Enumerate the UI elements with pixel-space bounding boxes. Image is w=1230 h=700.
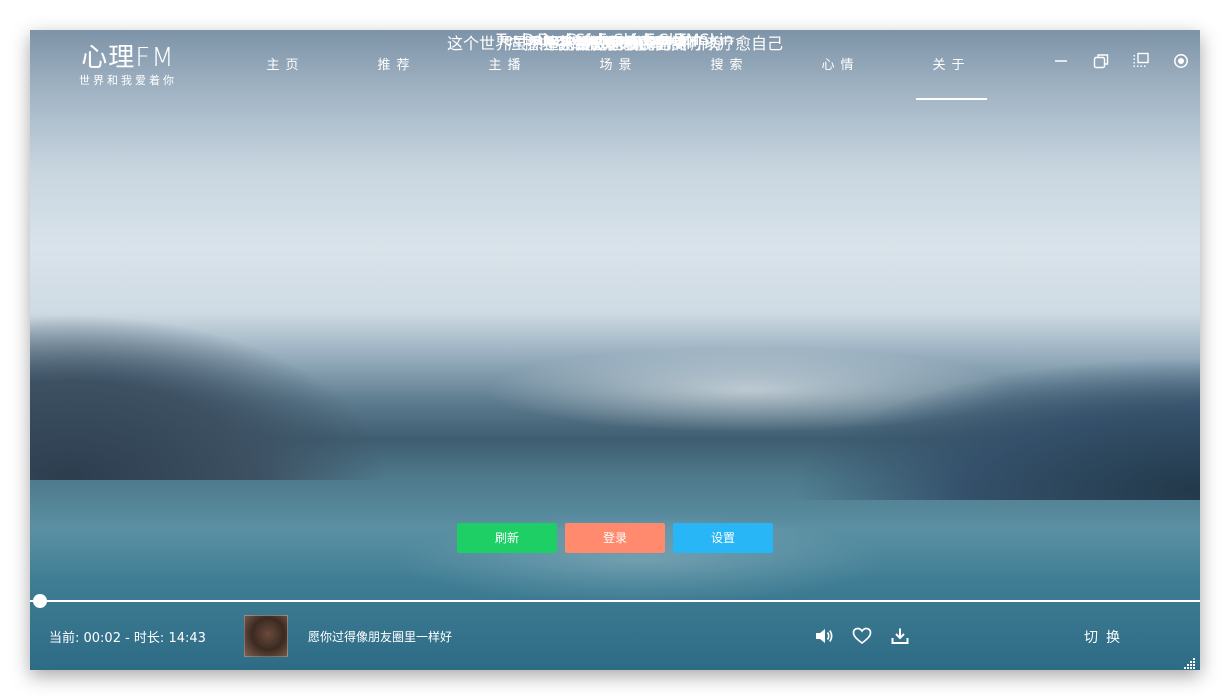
nav-item-scenes[interactable]: 场景	[563, 54, 674, 100]
resize-grip-icon[interactable]	[1184, 654, 1196, 669]
album-cover[interactable]	[244, 615, 288, 657]
nav-item-hosts[interactable]: 主播	[452, 54, 563, 100]
nav-item-home[interactable]: 主页	[230, 54, 341, 100]
switch-button[interactable]: 切换	[1084, 627, 1128, 647]
progress-knob[interactable]	[33, 594, 47, 608]
background-mountain-right	[650, 300, 1200, 500]
playback-progress-bar[interactable]	[30, 594, 1200, 608]
minimize-icon[interactable]	[1052, 52, 1070, 70]
action-buttons: 刷新 登录 设置	[457, 523, 773, 553]
nav-item-recommend[interactable]: 推荐	[341, 54, 452, 100]
app-window: 心理FM 世界和我爱着你 主页 推荐 主播 场景 搜索 心情 关于 心理FM D…	[30, 30, 1200, 670]
settings-button[interactable]: 设置	[673, 523, 773, 553]
player-controls	[813, 625, 911, 647]
restore-icon[interactable]	[1092, 52, 1110, 70]
skin-icon[interactable]	[1132, 52, 1150, 70]
nav-item-about[interactable]: 关于	[896, 54, 1007, 100]
settings-icon[interactable]	[1172, 52, 1190, 70]
song-title[interactable]: 愿你过得像朋友圈里一样好	[308, 628, 452, 645]
background-water	[290, 500, 990, 620]
background-mountain-left	[30, 230, 590, 480]
app-slogan: 世界和我爱着你	[79, 74, 177, 87]
nav-item-mood[interactable]: 心情	[785, 54, 896, 100]
main-nav: 主页 推荐 主播 场景 搜索 心情 关于	[230, 54, 1007, 100]
volume-icon[interactable]	[813, 625, 835, 647]
nav-item-search[interactable]: 搜索	[674, 54, 785, 100]
heart-icon[interactable]	[851, 625, 873, 647]
window-controls	[1052, 52, 1190, 70]
brand-tagline: 追求极致，永臻完美	[542, 34, 687, 53]
login-button[interactable]: 登录	[565, 523, 665, 553]
refresh-button[interactable]: 刷新	[457, 523, 557, 553]
playback-time: 当前: 00:02 - 时长: 14:43	[49, 631, 206, 646]
download-icon[interactable]	[889, 625, 911, 647]
